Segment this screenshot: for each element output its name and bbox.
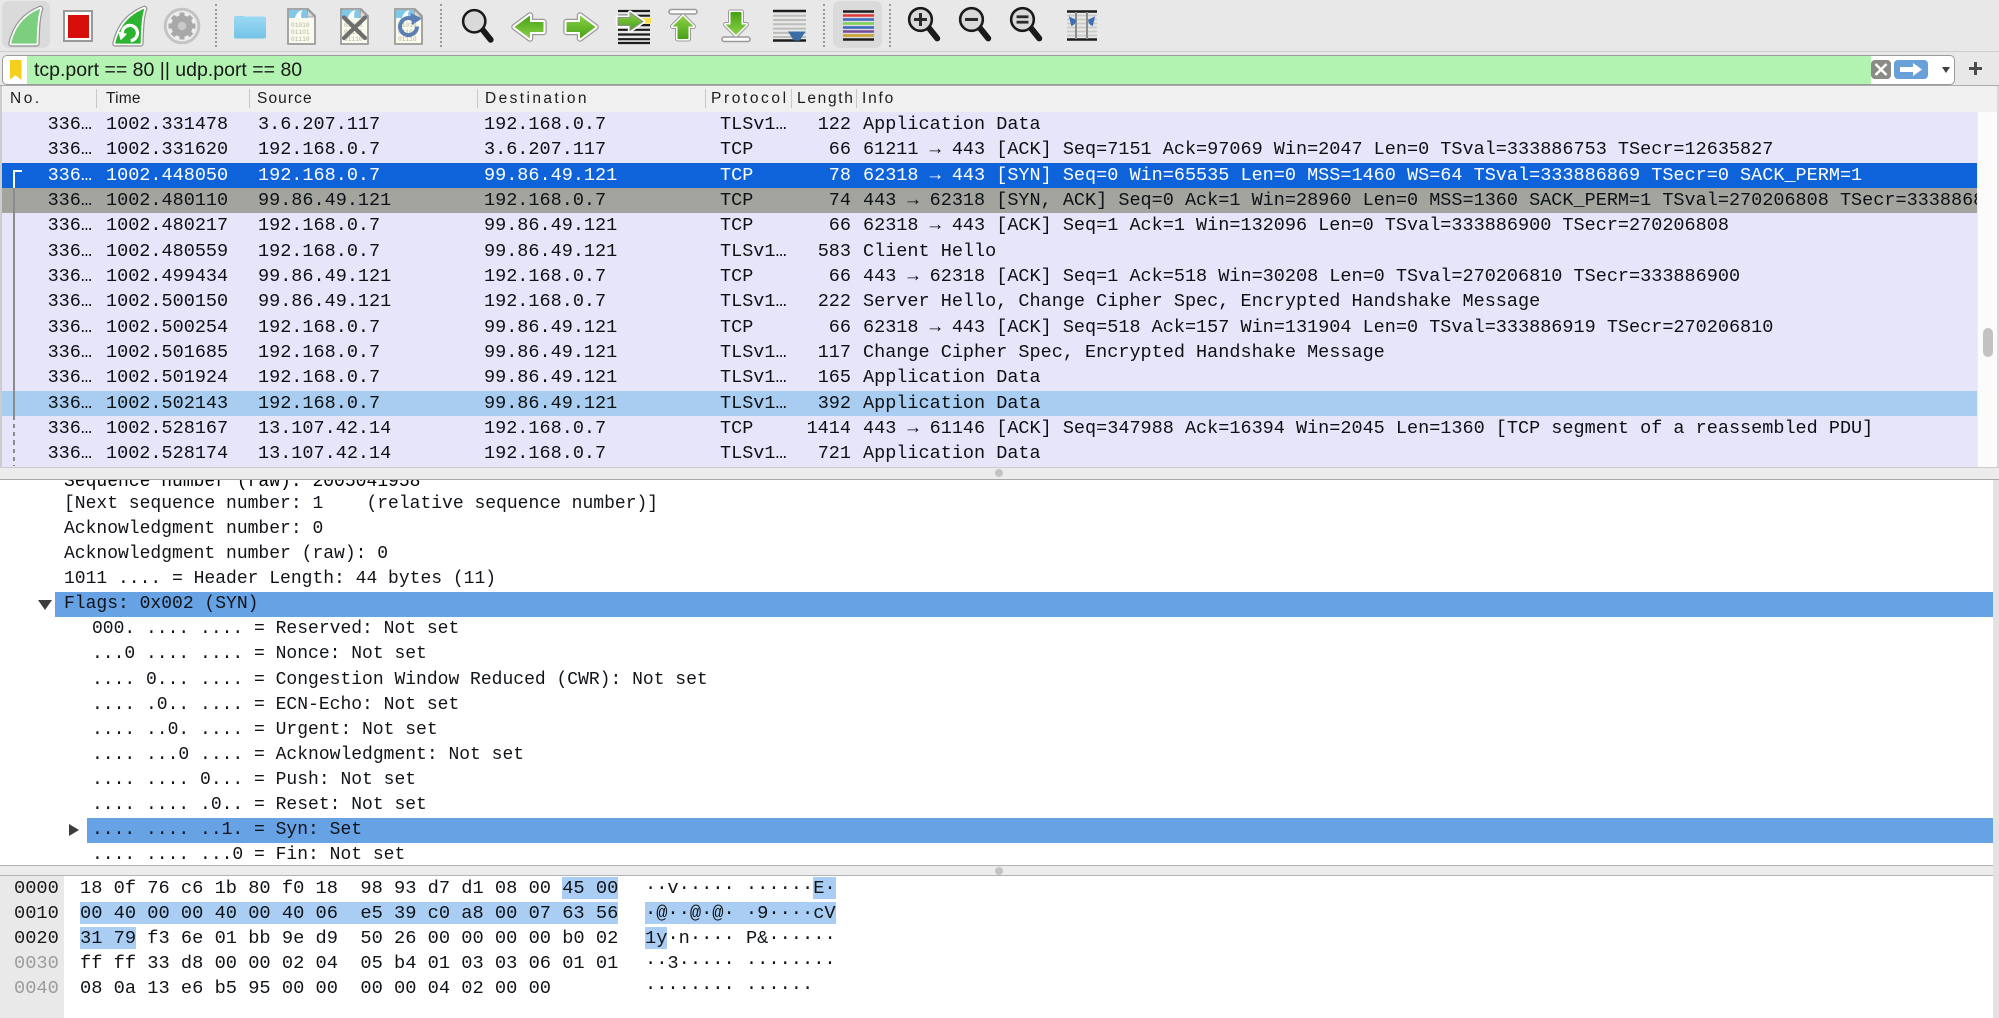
svg-text:01110: 01110: [398, 36, 417, 43]
svg-text:01101: 01101: [291, 29, 310, 36]
svg-text:01110: 01110: [291, 36, 310, 43]
svg-text:01010: 01010: [291, 22, 310, 29]
